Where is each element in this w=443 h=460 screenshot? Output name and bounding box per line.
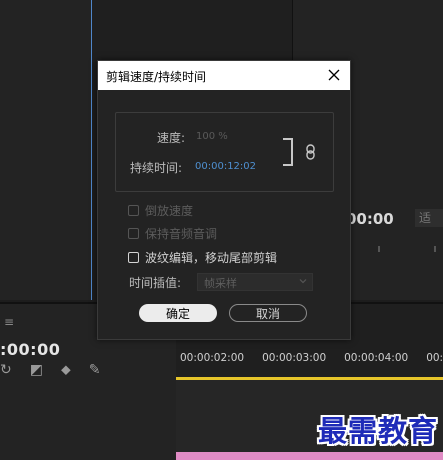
reverse-speed-checkbox[interactable]: [128, 205, 139, 216]
link-icon[interactable]: [306, 144, 315, 160]
close-icon: [328, 69, 340, 81]
timeline-tools: ↻ ◩ ⬥ ✎: [0, 362, 101, 378]
chevron-down-icon: [299, 279, 307, 284]
fit-dropdown[interactable]: 适: [415, 209, 443, 227]
dialog-title: 剪辑速度/持续时间: [106, 70, 207, 84]
linked-selection-icon[interactable]: ◩: [30, 362, 43, 378]
source-panel: [0, 0, 92, 300]
maintain-audio-checkbox[interactable]: [128, 228, 139, 239]
reverse-speed-label: 倒放速度: [145, 204, 194, 218]
timeline-menu-icon[interactable]: ≡: [4, 315, 14, 329]
time-ruler[interactable]: 00:00:02:00 00:00:03:00 00:00:04:00 00:0…: [180, 352, 443, 364]
cancel-button[interactable]: 取消: [229, 304, 307, 322]
maintain-audio-label: 保持音频音调: [145, 227, 218, 241]
program-timecode: 00:00: [346, 210, 394, 228]
ruler-tick-label: 00:00:02:00: [180, 352, 245, 364]
ripple-edit-checkbox[interactable]: [128, 252, 139, 263]
dialog-titlebar[interactable]: 剪辑速度/持续时间: [98, 61, 350, 90]
ripple-edit-option[interactable]: 波纹编辑，移动尾部剪辑: [128, 249, 277, 266]
marker-icon[interactable]: ⬥: [61, 362, 71, 378]
duration-value[interactable]: 00:00:12:02: [195, 161, 256, 172]
speed-value[interactable]: 100 %: [196, 131, 228, 142]
wrench-icon[interactable]: ✎: [89, 362, 101, 378]
maintain-audio-option[interactable]: 保持音频音调: [128, 225, 217, 242]
ripple-edit-label: 波纹编辑，移动尾部剪辑: [145, 251, 278, 265]
ruler-tick-label: 00:00:03:00: [262, 352, 327, 364]
time-interpolation-select[interactable]: 帧采样: [197, 273, 313, 291]
link-bracket: [283, 138, 293, 166]
watermark-logo: 最需教育: [318, 414, 439, 448]
top-panel: [92, 0, 292, 62]
ruler-tick-label: 00:00:04:00: [344, 352, 409, 364]
snap-icon[interactable]: ↻: [0, 362, 12, 378]
reverse-speed-option[interactable]: 倒放速度: [128, 202, 193, 219]
duration-label: 持续时间:: [130, 161, 183, 175]
close-button[interactable]: [322, 63, 346, 87]
clip-speed-dialog: 剪辑速度/持续时间 速度: 100 % 持续时间: 00:00:12:02 倒放…: [97, 60, 351, 340]
time-interpolation-value: 帧采样: [204, 277, 237, 290]
ruler-tick-label: 00:00: [426, 352, 443, 364]
time-interpolation-label: 时间插值:: [129, 276, 182, 290]
timeline-timecode[interactable]: :00:00: [0, 340, 60, 359]
ok-button[interactable]: 确定: [139, 304, 217, 322]
monitor-marker: [378, 246, 380, 252]
speed-duration-group: 速度: 100 % 持续时间: 00:00:12:02: [115, 112, 334, 192]
speed-label: 速度:: [157, 131, 186, 145]
monitor-marker: [434, 246, 436, 252]
clip-bar[interactable]: [176, 452, 443, 460]
